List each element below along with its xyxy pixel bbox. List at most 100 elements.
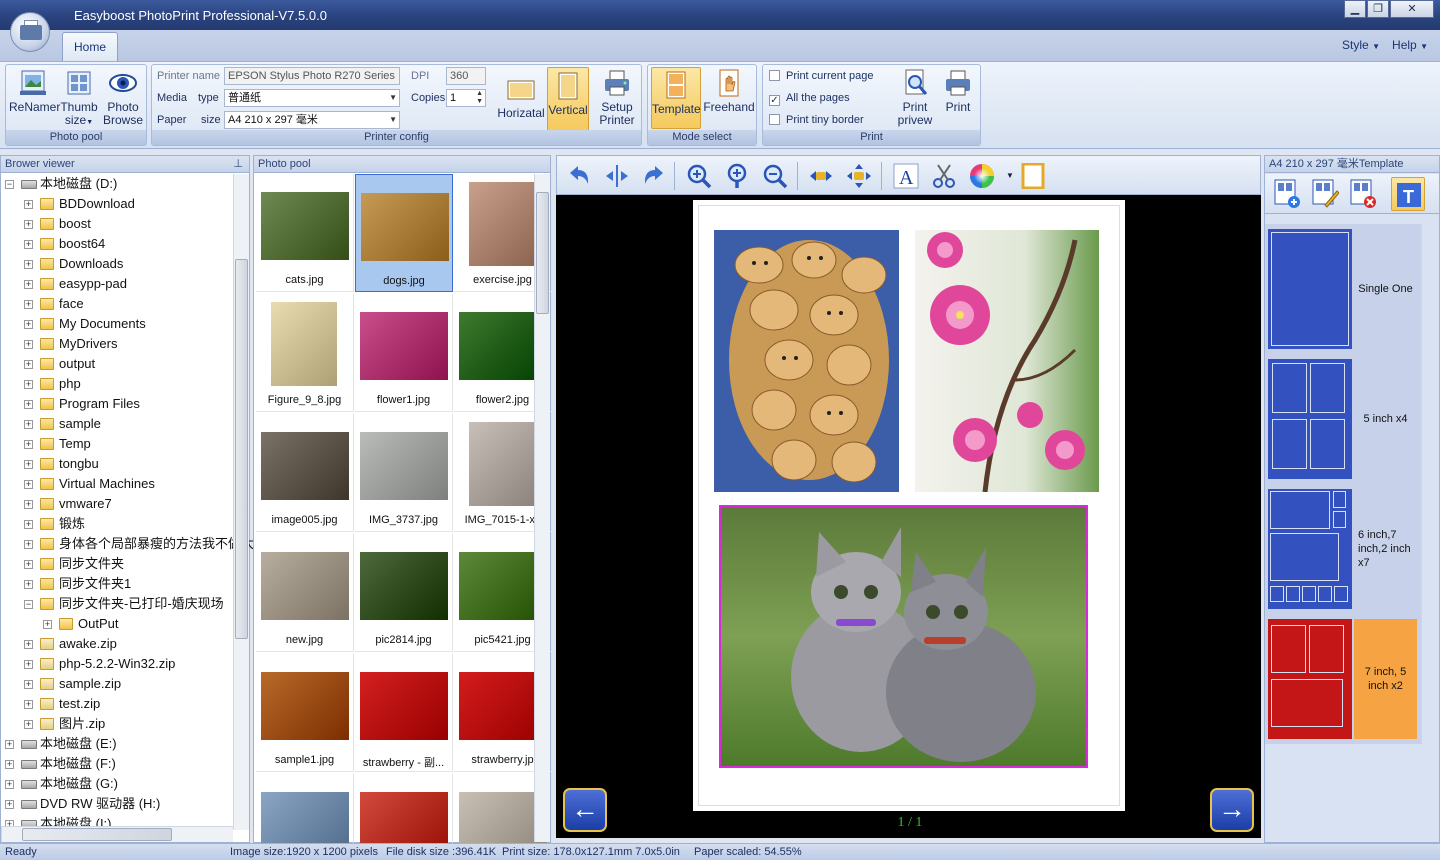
tree-item-folder[interactable]: + boost [1, 214, 233, 234]
tree-item-folder[interactable]: + MyDrivers [1, 334, 233, 354]
app-menu-button[interactable] [10, 12, 50, 52]
tree-item-folder[interactable]: + BDDownload [1, 194, 233, 214]
color-wheel-icon[interactable] [969, 163, 995, 189]
flip-icon[interactable] [604, 163, 630, 189]
scroll-thumb[interactable] [536, 192, 549, 314]
photo-thumbnail[interactable]: flower1.jpg [355, 294, 453, 412]
template-scrollbar[interactable] [1421, 224, 1437, 744]
pan-horizontal-icon[interactable] [808, 163, 834, 189]
tree-item-folder[interactable]: + 锻炼 [1, 514, 233, 534]
photo-thumbnail[interactable]: Figure_9_8.jpg [256, 294, 354, 412]
tree-item-zip[interactable]: + sample.zip [1, 674, 233, 694]
tree-item-folder[interactable]: + Temp [1, 434, 233, 454]
minimize-button[interactable]: ▁ [1344, 0, 1366, 18]
delete-template-icon[interactable] [1349, 179, 1377, 209]
tree-item-folder[interactable]: + 同步文件夹 [1, 554, 233, 574]
photo-flower[interactable] [915, 230, 1099, 492]
tree-item-folder[interactable]: + php [1, 374, 233, 394]
photo-thumbnail[interactable]: sample1.jpg [256, 654, 354, 772]
expand-icon[interactable]: + [24, 700, 33, 709]
tree-item-drive[interactable]: − 本地磁盘 (D:) [1, 174, 233, 194]
expand-icon[interactable]: + [24, 220, 33, 229]
media-type-select[interactable]: 普通纸 ▼ [224, 89, 400, 107]
tree-item-folder[interactable]: + output [1, 354, 233, 374]
tree-item-folder[interactable]: + 同步文件夹1 [1, 574, 233, 594]
expand-icon[interactable]: + [24, 560, 33, 569]
tree-item-zip[interactable]: + 图片.zip [1, 714, 233, 734]
template-item-selected[interactable]: 7 inch, 5 inch x2 [1268, 619, 1417, 739]
tree-item-folder[interactable]: + Virtual Machines [1, 474, 233, 494]
expand-icon[interactable]: + [24, 720, 33, 729]
renamer-button[interactable]: ReNamer [9, 69, 60, 114]
text-icon[interactable]: A [893, 163, 919, 189]
expand-icon[interactable]: + [24, 300, 33, 309]
redo-icon[interactable] [641, 163, 667, 189]
vertical-button[interactable]: Vertical [547, 67, 589, 131]
expand-icon[interactable]: + [24, 480, 33, 489]
print-preview-button[interactable]: Print privew [891, 69, 939, 127]
setup-printer-button[interactable]: Setup Printer [593, 69, 641, 127]
tree-item-folder[interactable]: + Program Files [1, 394, 233, 414]
tree-item-drive[interactable]: + DVD RW 驱动器 (H:) [1, 794, 233, 814]
tree-item-zip[interactable]: + php-5.2.2-Win32.zip [1, 654, 233, 674]
zoom-fit-icon[interactable] [724, 163, 750, 189]
thumb-size-button[interactable]: Thumb size▼ [58, 69, 100, 129]
tree-item-folder[interactable]: + vmware7 [1, 494, 233, 514]
collapse-icon[interactable]: − [24, 600, 33, 609]
style-menu[interactable]: Style ▼ [1342, 38, 1380, 52]
expand-icon[interactable]: + [24, 640, 33, 649]
pin-icon[interactable]: ⊥ [233, 156, 243, 173]
tab-home[interactable]: Home [62, 32, 118, 62]
text-template-button[interactable]: T [1391, 177, 1425, 211]
next-page-button[interactable]: → [1210, 788, 1254, 832]
expand-icon[interactable]: + [43, 620, 52, 629]
tree-item-drive[interactable]: + 本地磁盘 (G:) [1, 774, 233, 794]
tree-item-folder[interactable]: + OutPut [1, 614, 233, 634]
tree-item-folder[interactable]: + tongbu [1, 454, 233, 474]
tree-item-folder[interactable]: + My Documents [1, 314, 233, 334]
paper-size-select[interactable]: A4 210 x 297 毫米 ▼ [224, 111, 400, 129]
cut-icon[interactable] [931, 163, 957, 189]
add-template-icon[interactable] [1273, 179, 1301, 209]
tree-item-folder[interactable]: − 同步文件夹-已打印-婚庆现场 [1, 594, 233, 614]
zoom-in-icon[interactable] [686, 163, 712, 189]
expand-icon[interactable]: + [5, 800, 14, 809]
close-button[interactable]: ✕ [1390, 0, 1434, 18]
template-item[interactable]: 6 inch,7 inch,2 inch x7 [1268, 489, 1417, 609]
border-icon[interactable] [1020, 163, 1046, 189]
selected-photo-frame[interactable] [719, 505, 1088, 768]
tree-item-folder[interactable]: + Downloads [1, 254, 233, 274]
tree-vertical-scrollbar[interactable] [233, 174, 249, 830]
copies-stepper[interactable]: 1 ▲ ▼ [446, 89, 486, 107]
zoom-out-icon[interactable] [762, 163, 788, 189]
edit-template-icon[interactable] [1311, 179, 1339, 209]
photo-thumbnail[interactable]: image005.jpg [256, 414, 354, 532]
photo-thumbnail[interactable]: dogs.jpg [355, 174, 453, 292]
expand-icon[interactable]: + [24, 460, 33, 469]
undo-icon[interactable] [566, 163, 592, 189]
expand-icon[interactable]: + [24, 280, 33, 289]
prev-page-button[interactable]: ← [563, 788, 607, 832]
template-item[interactable]: Single One [1268, 229, 1417, 349]
horizontal-button[interactable]: Horizatal [496, 69, 546, 120]
freehand-mode-button[interactable]: Freehand [702, 69, 756, 114]
expand-icon[interactable]: + [24, 500, 33, 509]
expand-icon[interactable]: + [5, 740, 14, 749]
tree-item-folder[interactable]: + boost64 [1, 234, 233, 254]
expand-icon[interactable]: + [5, 760, 14, 769]
expand-icon[interactable]: + [24, 440, 33, 449]
pool-vertical-scrollbar[interactable] [534, 174, 550, 842]
collapse-icon[interactable]: − [5, 180, 14, 189]
printer-name-field[interactable]: EPSON Stylus Photo R270 Series [224, 67, 400, 85]
tree-item-folder[interactable]: + sample [1, 414, 233, 434]
expand-icon[interactable]: + [24, 200, 33, 209]
photo-thumbnail[interactable]: new.jpg [256, 534, 354, 652]
help-menu[interactable]: Help ▼ [1392, 38, 1428, 52]
tree-item-drive[interactable]: + 本地磁盘 (E:) [1, 734, 233, 754]
move-icon[interactable] [846, 163, 872, 189]
expand-icon[interactable]: + [24, 360, 33, 369]
chevron-down-icon[interactable]: ▼ [1006, 171, 1014, 180]
print-button[interactable]: Print [937, 69, 979, 114]
tree-item-folder[interactable]: + 身体各个局部暴瘦的方法我不做大 [1, 534, 254, 554]
expand-icon[interactable]: + [5, 780, 14, 789]
